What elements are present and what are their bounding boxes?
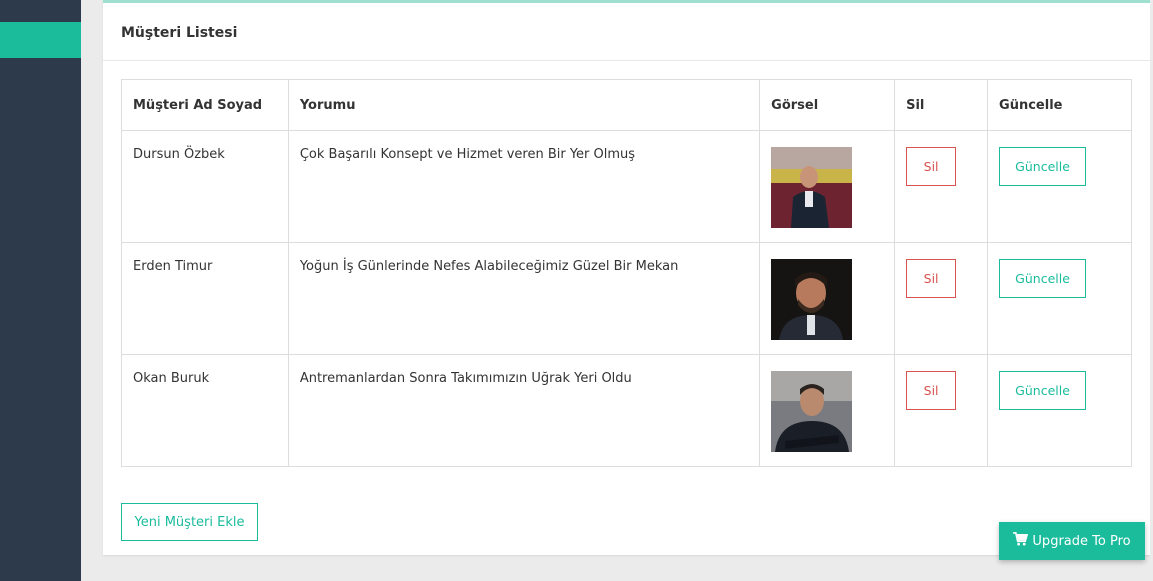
delete-cell: Sil	[894, 130, 989, 243]
delete-cell: Sil	[894, 354, 989, 467]
delete-button[interactable]: Sil	[906, 259, 957, 298]
table-row: Okan Buruk Antremanlardan Sonra Takımımı…	[121, 354, 1132, 467]
panel-heading: Müşteri Listesi	[103, 3, 1150, 61]
customer-comment: Antremanlardan Sonra Takımımızın Uğrak Y…	[287, 354, 761, 467]
shopping-cart-icon	[1013, 532, 1029, 550]
sidebar	[0, 0, 81, 581]
header-comment: Yorumu	[287, 79, 761, 131]
customer-image-cell	[759, 354, 896, 467]
update-cell: Güncelle	[987, 354, 1132, 467]
upgrade-to-pro-button[interactable]: Upgrade To Pro	[999, 522, 1145, 560]
delete-button[interactable]: Sil	[906, 147, 957, 186]
delete-cell: Sil	[894, 242, 989, 355]
customer-image-cell	[759, 130, 896, 243]
customer-name: Okan Buruk	[121, 354, 289, 467]
update-cell: Güncelle	[987, 242, 1132, 355]
sidebar-active-item[interactable]	[0, 22, 81, 58]
table-header-row: Müşteri Ad Soyad Yorumu Görsel Sil Günce…	[121, 79, 1132, 131]
customer-name: Erden Timur	[121, 242, 289, 355]
add-customer-button[interactable]: Yeni Müşteri Ekle	[121, 503, 258, 541]
header-update: Güncelle	[987, 79, 1132, 131]
customer-photo	[771, 259, 853, 340]
table-row: Erden Timur Yoğun İş Günlerinde Nefes Al…	[121, 242, 1132, 355]
customer-table: Müşteri Ad Soyad Yorumu Görsel Sil Günce…	[121, 79, 1132, 467]
delete-button[interactable]: Sil	[906, 371, 957, 410]
customer-comment: Çok Başarılı Konsept ve Hizmet veren Bir…	[287, 130, 761, 243]
customer-list-panel: Müşteri Listesi Müşteri Ad Soyad Yorumu …	[103, 0, 1150, 555]
update-button[interactable]: Güncelle	[999, 371, 1087, 410]
update-button[interactable]: Güncelle	[999, 259, 1087, 298]
panel-title: Müşteri Listesi	[121, 25, 238, 41]
upgrade-label: Upgrade To Pro	[1032, 533, 1131, 549]
header-image: Görsel	[759, 79, 896, 131]
header-delete: Sil	[894, 79, 989, 131]
update-button[interactable]: Güncelle	[999, 147, 1087, 186]
header-name: Müşteri Ad Soyad	[121, 79, 289, 131]
customer-name: Dursun Özbek	[121, 130, 289, 243]
customer-photo	[771, 147, 853, 228]
customer-photo	[771, 371, 853, 452]
customer-comment: Yoğun İş Günlerinde Nefes Alabileceğimiz…	[287, 242, 761, 355]
update-cell: Güncelle	[987, 130, 1132, 243]
table-row: Dursun Özbek Çok Başarılı Konsept ve Hiz…	[121, 130, 1132, 243]
customer-image-cell	[759, 242, 896, 355]
